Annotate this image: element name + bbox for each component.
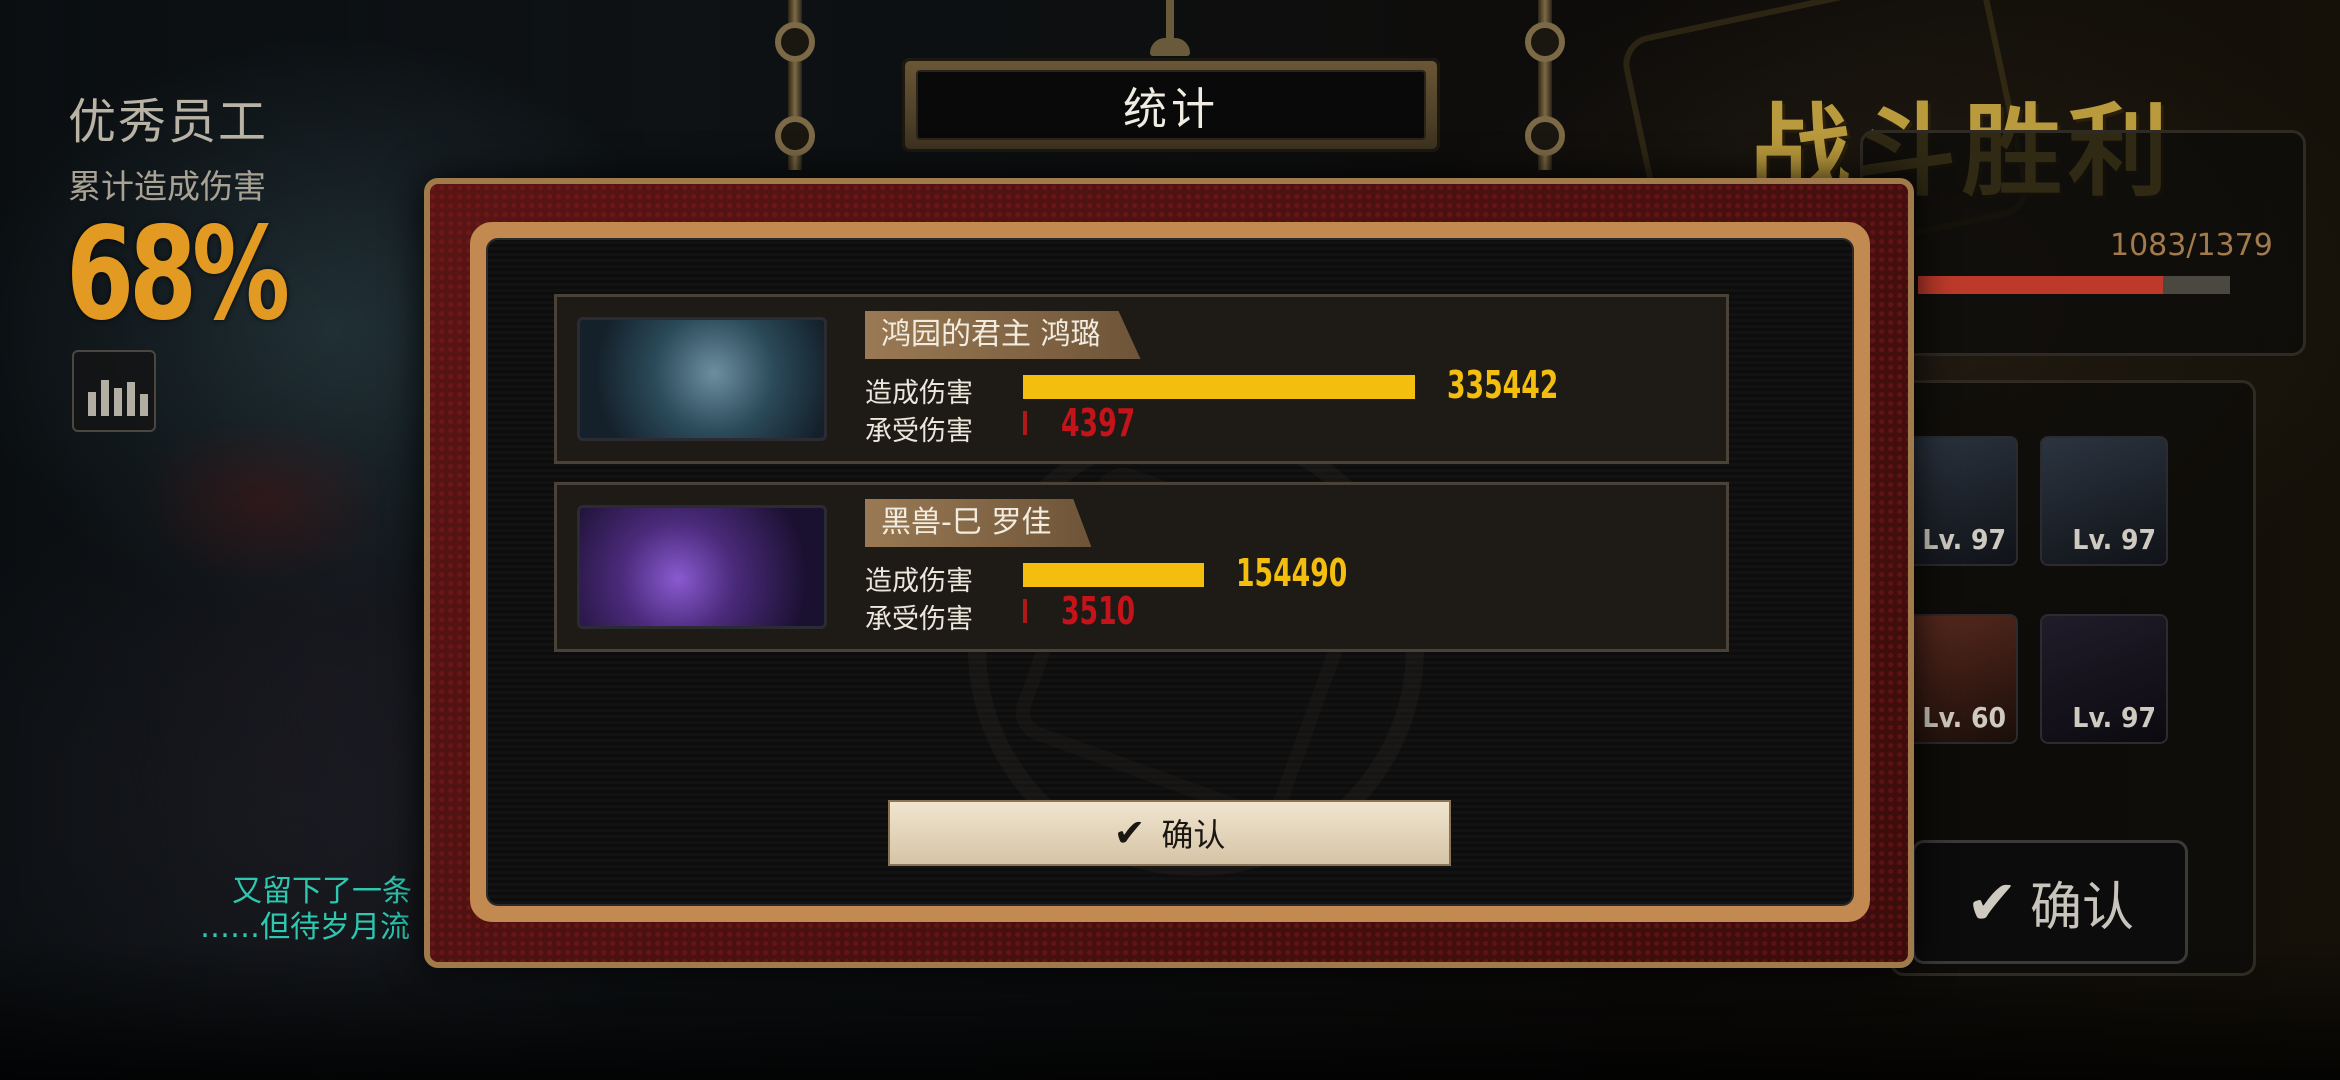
- mvp-damage-percent: 68%: [66, 200, 290, 349]
- dialog-title: 统计: [916, 70, 1426, 140]
- party-member-level: Lv. 97: [1922, 523, 2006, 556]
- damage-dealt-value: 154490: [1236, 551, 1348, 595]
- exp-text: 1083/1379: [2110, 228, 2273, 263]
- chain-ring: [775, 116, 815, 156]
- stats-chart-button[interactable]: [72, 350, 156, 432]
- character-portrait: [577, 317, 827, 441]
- party-member-level: Lv. 97: [2072, 701, 2156, 734]
- damage-taken-value: 3510: [1061, 589, 1136, 633]
- damage-dealt-value: 335442: [1447, 363, 1559, 407]
- damage-taken-label: 承受伤害: [865, 604, 973, 635]
- dialog-title-plate: 统计: [902, 58, 1440, 152]
- chain-ring: [1525, 22, 1565, 62]
- character-name: 黑兽-巳 罗佳: [865, 499, 1092, 547]
- damage-dealt-label: 造成伤害: [865, 566, 973, 597]
- chain-ring: [775, 22, 815, 62]
- victory-confirm-button[interactable]: ✔ 确认: [1912, 840, 2188, 964]
- damage-dealt-bar: [1023, 563, 1204, 587]
- exp-bar-fill: [1918, 276, 2164, 294]
- damage-taken-bar: [1023, 599, 1027, 623]
- damage-taken-label: 承受伤害: [865, 416, 973, 447]
- damage-dealt-label: 造成伤害: [865, 378, 973, 409]
- dialog-confirm-label: 确认: [1161, 816, 1226, 854]
- mvp-title: 优秀员工: [68, 94, 269, 150]
- party-member-level: Lv. 97: [2072, 523, 2156, 556]
- checkmark-icon: ✔: [1966, 865, 2018, 939]
- damage-stat-card: 黑兽-巳 罗佳 造成伤害 承受伤害 154490 3510: [554, 482, 1729, 652]
- quote-line-2: ……但待岁月流: [200, 910, 410, 945]
- damage-taken-value: 4397: [1061, 401, 1136, 445]
- dialog-confirm-button[interactable]: ✔ 确认: [888, 800, 1451, 866]
- party-member-tile[interactable]: Lv. 97: [2040, 436, 2168, 566]
- party-member-tile[interactable]: Lv. 97: [2040, 614, 2168, 744]
- damage-taken-bar: [1023, 411, 1027, 435]
- party-member-level: Lv. 60: [1922, 701, 2006, 734]
- victory-confirm-label: 确认: [2029, 877, 2134, 938]
- damage-stat-card: 鸿园的君主 鸿璐 造成伤害 承受伤害 335442 4397: [554, 294, 1729, 464]
- title-hook-ornament: [1150, 0, 1190, 60]
- exp-bar: [1918, 276, 2230, 294]
- checkmark-icon: ✔: [1113, 811, 1146, 855]
- chain-ring: [1525, 116, 1565, 156]
- character-portrait: [577, 505, 827, 629]
- bar-chart-icon: [88, 380, 148, 416]
- character-name: 鸿园的君主 鸿璐: [865, 311, 1141, 359]
- damage-dealt-bar: [1023, 375, 1415, 399]
